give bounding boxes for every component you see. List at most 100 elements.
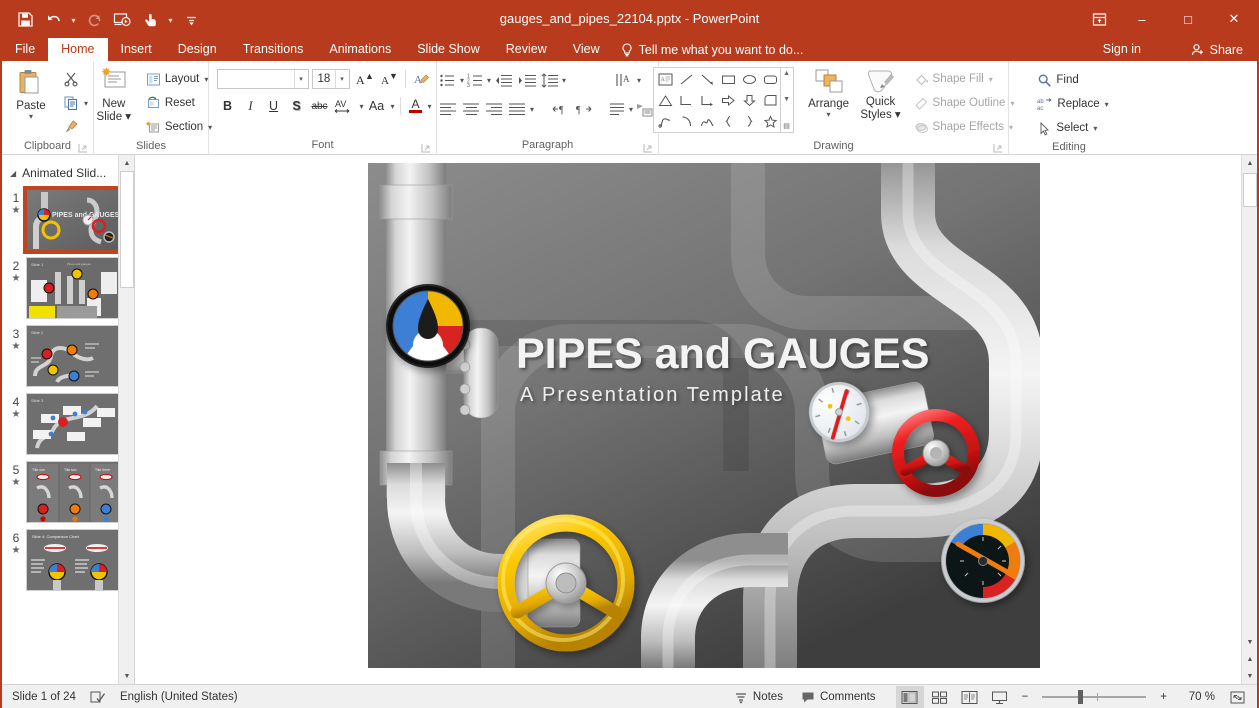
change-case-button[interactable]: Aa	[365, 95, 389, 117]
touch-mode-dropdown-icon[interactable]: ▾	[165, 6, 176, 32]
thumbnail-image[interactable]: Slide 3	[26, 393, 122, 455]
zoom-level-label[interactable]: 70 %	[1175, 691, 1215, 703]
fit-to-window-icon[interactable]	[1223, 686, 1251, 708]
thumbnail-image[interactable]: Slide 2	[26, 325, 122, 387]
replace-dropdown-icon[interactable]: ▾	[1105, 100, 1109, 109]
minimize-button[interactable]: –	[1119, 0, 1165, 38]
thumbnail-scroll-thumb[interactable]	[120, 171, 134, 288]
character-spacing-dropdown-icon[interactable]: ▾	[360, 102, 364, 111]
reset-button[interactable]: Reset	[142, 91, 216, 115]
change-case-dropdown-icon[interactable]: ▾	[391, 102, 395, 111]
line-shape[interactable]	[676, 69, 697, 90]
comments-button[interactable]: Comments	[793, 685, 884, 708]
curve-shape[interactable]	[697, 111, 718, 132]
language-indicator[interactable]: English (United States)	[120, 691, 238, 703]
zoom-slider-handle[interactable]	[1078, 690, 1083, 704]
flowchart-shape[interactable]	[760, 90, 781, 111]
increase-font-size-button[interactable]: A▲	[353, 68, 375, 90]
arc-shape[interactable]	[676, 111, 697, 132]
share-button[interactable]: Share	[1181, 38, 1253, 61]
font-size-input[interactable]: 18 ▾	[312, 69, 350, 89]
zoom-out-button[interactable]: −	[1016, 685, 1035, 708]
thumbnail-slide-6[interactable]: 6 ★ Slide 4: Comparison Chart	[6, 529, 134, 591]
scroll-thumb[interactable]	[1243, 173, 1257, 207]
save-icon[interactable]	[12, 6, 38, 32]
tab-design[interactable]: Design	[165, 38, 230, 61]
tab-review[interactable]: Review	[493, 38, 560, 61]
redo-icon[interactable]	[81, 6, 107, 32]
text-shadow-button[interactable]: S	[286, 95, 308, 117]
arrange-dropdown-icon[interactable]: ▾	[827, 111, 831, 119]
tab-transitions[interactable]: Transitions	[230, 38, 317, 61]
zoom-slider[interactable]	[1036, 685, 1152, 708]
arrange-button[interactable]: Arrange ▾	[802, 65, 856, 119]
thumbnail-image[interactable]: PIPES and GAUGES	[26, 189, 122, 251]
scroll-up-icon[interactable]: ▲	[1242, 155, 1257, 171]
zoom-in-button[interactable]: +	[1154, 685, 1173, 708]
select-dropdown-icon[interactable]: ▾	[1093, 124, 1097, 133]
ribbon-display-options-icon[interactable]	[1079, 0, 1119, 38]
right-brace-shape[interactable]	[739, 111, 760, 132]
clipboard-dialog-launcher[interactable]	[78, 143, 88, 153]
new-slide-button[interactable]: New Slide ▾	[86, 65, 142, 124]
italic-button[interactable]: I	[240, 95, 262, 117]
rtl-direction-button[interactable]: ¶	[572, 98, 596, 120]
oval-shape[interactable]	[739, 69, 760, 90]
elbow-connector-shape[interactable]	[676, 90, 697, 111]
font-size-dropdown-icon[interactable]: ▾	[335, 70, 349, 88]
shape-fill-button[interactable]: Shape Fill ▾	[910, 67, 1019, 91]
slideshow-icon[interactable]	[109, 6, 135, 32]
slide-sorter-icon[interactable]	[926, 686, 954, 708]
sign-in-button[interactable]: Sign in	[1095, 38, 1149, 61]
maximize-button[interactable]: □	[1165, 0, 1211, 38]
tab-slide-show[interactable]: Slide Show	[404, 38, 493, 61]
tab-animations[interactable]: Animations	[316, 38, 404, 61]
text-direction-dropdown-icon[interactable]: ▾	[637, 76, 641, 85]
shapes-scroll-down-icon[interactable]: ▼	[783, 96, 790, 103]
replace-button[interactable]: abac Replace ▾	[1033, 92, 1112, 116]
paste-button[interactable]: Paste ▾	[3, 65, 59, 121]
normal-view-icon[interactable]	[896, 686, 924, 708]
align-right-button[interactable]	[483, 98, 506, 120]
slide-vertical-scrollbar[interactable]: ▲ ▼ ▲ ▼	[1241, 155, 1257, 684]
slide-thumbnail-pane[interactable]: ◢ Animated Slid... 1 ★	[2, 155, 135, 684]
text-box-shape[interactable]: A	[655, 69, 676, 90]
customize-qat-icon[interactable]	[178, 6, 204, 32]
tab-view[interactable]: View	[560, 38, 613, 61]
arrow-shape[interactable]	[697, 69, 718, 90]
slide-position[interactable]: Slide 1 of 24	[12, 691, 76, 703]
align-left-button[interactable]	[437, 98, 460, 120]
thumbnail-image[interactable]: Slide 4: Comparison Chart	[26, 529, 122, 591]
font-color-button[interactable]: A	[406, 95, 426, 117]
line-spacing-button[interactable]	[539, 69, 561, 91]
line-spacing-dropdown-icon[interactable]: ▾	[562, 76, 566, 85]
rounded-rectangle-shape[interactable]	[760, 69, 781, 90]
decrease-font-size-button[interactable]: A▼	[378, 68, 400, 90]
slide-editing-area[interactable]: PIPES and GAUGES A Presentation Template…	[139, 155, 1257, 684]
section-header[interactable]: ◢ Animated Slid...	[2, 163, 134, 183]
undo-dropdown-icon[interactable]: ▾	[68, 6, 79, 32]
down-arrow-shape[interactable]	[739, 90, 760, 111]
thumbnail-slide-2[interactable]: 2 ★ Slide 1 Pipes and gauges	[6, 257, 134, 319]
touch-mode-icon[interactable]	[137, 6, 163, 32]
section-button[interactable]: Section ▾	[142, 115, 216, 139]
thumbnail-scrollbar[interactable]: ▲ ▼	[118, 155, 134, 684]
slide-show-icon[interactable]	[986, 686, 1014, 708]
shapes-scroll-up-icon[interactable]: ▲	[783, 70, 790, 77]
layout-button[interactable]: Layout ▾	[142, 67, 216, 91]
decrease-indent-button[interactable]	[491, 69, 515, 91]
find-button[interactable]: Find	[1033, 68, 1112, 92]
align-center-button[interactable]	[460, 98, 483, 120]
thumbnail-slide-1[interactable]: 1 ★ PIPES and GAUGES	[6, 189, 134, 251]
numbering-button[interactable]: 123	[464, 69, 486, 91]
thumbnail-scroll-up-icon[interactable]: ▲	[119, 155, 135, 171]
thumbnail-image[interactable]: Title one Title two Title three	[26, 461, 122, 523]
justify-dropdown-icon[interactable]: ▾	[530, 105, 534, 114]
shapes-grid[interactable]: A	[653, 67, 781, 133]
drawing-dialog-launcher[interactable]	[993, 143, 1003, 153]
tab-file[interactable]: File	[2, 38, 48, 61]
bullets-button[interactable]	[437, 69, 459, 91]
shapes-gallery[interactable]: A	[653, 67, 794, 133]
justify-button[interactable]	[506, 98, 529, 120]
thumbnail-image[interactable]: Slide 1 Pipes and gauges	[26, 257, 122, 319]
